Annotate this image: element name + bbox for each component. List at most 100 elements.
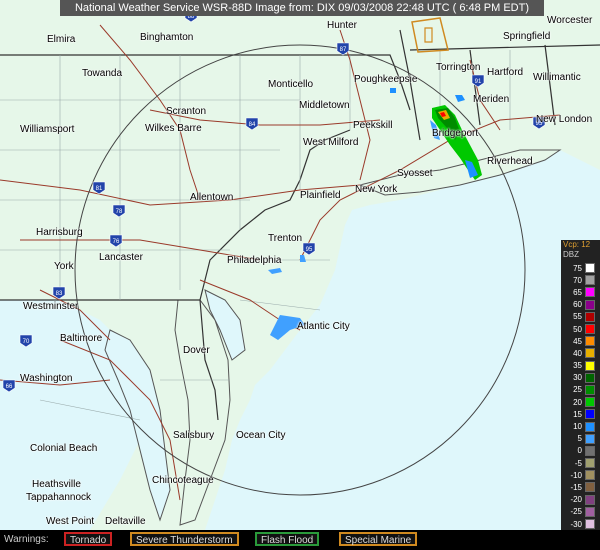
city-label: Baltimore — [60, 333, 103, 344]
city-label: Tappahannock — [26, 492, 92, 503]
legend-swatch — [585, 494, 595, 505]
legend-row: 65 — [561, 286, 600, 298]
svg-text:84: 84 — [249, 122, 256, 128]
city-label: Plainfield — [300, 190, 341, 201]
legend-row: 0 — [561, 445, 600, 457]
legend-row: -10 — [561, 469, 600, 481]
city-label: Middletown — [299, 100, 350, 111]
city-label: Colonial Beach — [30, 443, 98, 454]
city-label: Williamsport — [20, 124, 75, 135]
svg-text:87: 87 — [340, 47, 347, 53]
legend-swatch — [585, 311, 595, 322]
city-label: West Point — [46, 516, 95, 527]
legend-swatch — [585, 336, 595, 347]
legend-value: 75 — [573, 263, 582, 273]
city-label: Peekskill — [353, 120, 393, 131]
title-bar: National Weather Service WSR-88D Image f… — [60, 0, 544, 16]
legend-value: 5 — [577, 434, 582, 444]
warnings-bar: Warnings: Tornado Severe Thunderstorm Fl… — [0, 530, 600, 550]
svg-text:66: 66 — [6, 384, 13, 390]
legend-value: -30 — [570, 519, 582, 529]
legend-row: 5 — [561, 433, 600, 445]
city-label: Salisbury — [173, 430, 215, 441]
city-label: Towanda — [82, 68, 123, 79]
city-label: Willimantic — [533, 72, 581, 83]
city-label: New London — [536, 114, 593, 125]
city-label: Scranton — [166, 106, 207, 117]
legend-swatch — [585, 421, 595, 432]
legend-value: 15 — [573, 409, 582, 419]
legend-value: -25 — [570, 507, 582, 517]
legend-value: 40 — [573, 348, 582, 358]
svg-text:76: 76 — [113, 239, 120, 245]
legend-value: 65 — [573, 287, 582, 297]
city-label: Philadelphia — [227, 255, 282, 266]
legend-row: -5 — [561, 457, 600, 469]
svg-text:95: 95 — [306, 247, 313, 253]
city-label: Westminster — [23, 301, 79, 312]
legend-swatch — [585, 263, 595, 274]
legend-swatch — [585, 360, 595, 371]
legend-swatch — [585, 299, 595, 310]
legend-value: 10 — [573, 422, 582, 432]
city-label: Riverhead — [487, 156, 533, 167]
legend-value: 30 — [573, 373, 582, 383]
warning-severe-thunderstorm[interactable]: Severe Thunderstorm — [130, 532, 239, 546]
legend-swatch — [585, 287, 595, 298]
warning-tornado[interactable]: Tornado — [64, 532, 113, 546]
vcp-label: Vcp: 12 — [563, 240, 591, 249]
city-label: Heathsville — [32, 479, 81, 490]
city-label: Allentown — [190, 192, 234, 203]
legend-swatch — [585, 445, 595, 456]
city-label: Poughkeepsie — [354, 74, 418, 85]
legend-swatch — [585, 397, 595, 408]
legend-value: 0 — [577, 446, 582, 456]
legend-swatch — [585, 348, 595, 359]
city-label: Binghamton — [140, 32, 194, 43]
city-label: Atlantic City — [297, 321, 350, 332]
legend-swatch — [585, 470, 595, 481]
legend-swatch — [585, 519, 595, 530]
city-label: Dover — [183, 345, 210, 356]
city-label: Hunter — [327, 20, 358, 31]
legend-swatch — [585, 482, 595, 493]
city-label: Trenton — [268, 233, 303, 244]
city-label: York — [54, 261, 74, 272]
svg-text:70: 70 — [23, 339, 30, 345]
legend-value: 20 — [573, 397, 582, 407]
city-label: West Milford — [303, 137, 359, 148]
legend-value: -5 — [574, 458, 582, 468]
city-label: Deltaville — [105, 516, 146, 527]
city-label: Harrisburg — [36, 227, 83, 238]
legend-value: 35 — [573, 361, 582, 371]
svg-text:83: 83 — [56, 291, 63, 297]
city-label: Torrington — [436, 62, 481, 73]
legend-row: 70 — [561, 274, 600, 286]
legend-swatch — [585, 275, 595, 286]
svg-text:91: 91 — [475, 79, 482, 85]
warning-special-marine[interactable]: Special Marine — [339, 532, 418, 546]
city-label: Wilkes Barre — [145, 123, 202, 134]
legend-swatch — [585, 433, 595, 444]
legend-swatch — [585, 409, 595, 420]
radar-map: 88 87 84 81 78 76 83 70 95 66 91 95 Elmi… — [0, 0, 600, 530]
svg-text:81: 81 — [96, 186, 103, 192]
legend-row: 20 — [561, 396, 600, 408]
legend-value: 25 — [573, 385, 582, 395]
legend-swatch — [585, 458, 595, 469]
legend-row: 50 — [561, 323, 600, 335]
legend-row: 60 — [561, 299, 600, 311]
legend-value: 45 — [573, 336, 582, 346]
city-label: Elmira — [47, 34, 76, 45]
city-label: Bridgeport — [432, 128, 479, 139]
legend-row: 40 — [561, 347, 600, 359]
legend-value: -20 — [570, 495, 582, 505]
warning-flash-flood[interactable]: Flash Flood — [255, 532, 320, 546]
city-label: Lancaster — [99, 252, 143, 263]
dbz-unit-label: DBZ — [563, 250, 579, 259]
legend-row: 45 — [561, 335, 600, 347]
city-label: Hartford — [487, 67, 524, 78]
legend-row: 10 — [561, 420, 600, 432]
city-label: Meriden — [473, 94, 510, 105]
city-label: Ocean City — [236, 430, 286, 441]
